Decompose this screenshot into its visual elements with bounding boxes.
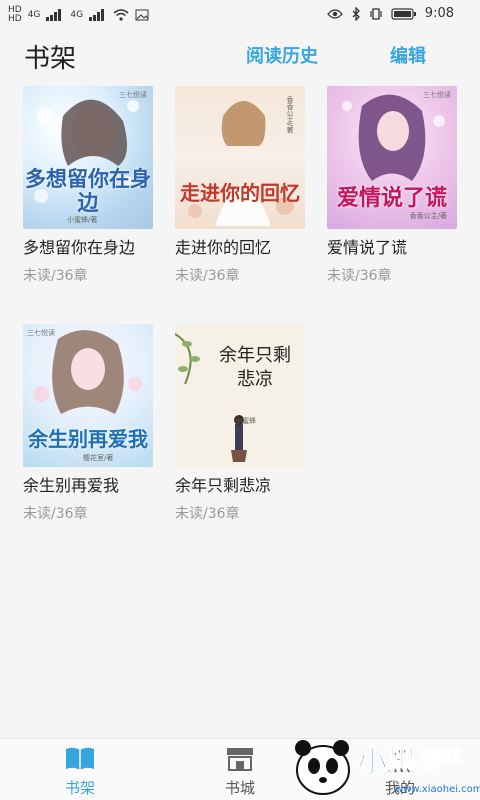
- book-title: 走进你的回忆: [175, 238, 272, 257]
- book-progress: 未读/36章: [23, 268, 88, 284]
- sim-indicators: HD HD: [8, 6, 22, 24]
- status-left: HD HD 4G 4G: [8, 6, 149, 24]
- status-right: 9:08: [326, 6, 454, 21]
- book-cover[interactable]: 三七悦读 余生别再爱我 樱花室/著: [23, 324, 153, 467]
- network2-label: 4G: [70, 9, 84, 20]
- cover-author: 小蜜蜂/著: [67, 216, 98, 224]
- cover-author: 香香公主/著: [409, 212, 447, 220]
- sim2-label: HD: [8, 14, 22, 24]
- book-cover[interactable]: 香香公主/著 走进你的回忆: [175, 86, 305, 229]
- status-bar: HD HD 4G 4G 9:08: [0, 0, 480, 30]
- network1-label: 4G: [27, 9, 41, 20]
- vibrate-icon: [370, 7, 382, 20]
- cover-title: 多想留你在身边: [25, 167, 151, 215]
- bottom-tab-bar: 书架 书城 我的: [0, 738, 480, 800]
- cover-publisher-tag: 三七悦读: [27, 329, 55, 337]
- book-progress: 未读/36章: [23, 506, 88, 522]
- signal1-icon: [46, 9, 64, 21]
- page-title: 书架: [24, 44, 77, 74]
- edit-button[interactable]: 编辑: [390, 42, 426, 68]
- wifi-icon: [113, 9, 129, 21]
- signal2-icon: [89, 9, 107, 21]
- book-title: 余年只剩悲凉: [175, 476, 272, 495]
- cover-author: 樱花室/著: [83, 454, 114, 462]
- store-icon: [227, 748, 253, 771]
- cover-publisher-tag: 三七悦读: [423, 91, 451, 99]
- book-item[interactable]: 三七悦读 多想留你在身边 小蜜蜂/著 多想留你在身边 未读/36章: [23, 86, 153, 285]
- photo-notification-icon: [135, 9, 149, 21]
- book-progress: 未读/36章: [327, 268, 392, 284]
- eye-icon: [326, 8, 343, 19]
- tab-profile[interactable]: 我的: [360, 745, 440, 798]
- cover-title: 爱情说了谎: [336, 186, 447, 211]
- tab-label: 书架: [64, 779, 95, 797]
- cover-publisher-tag: 三七悦读: [119, 91, 147, 99]
- book-progress: 未读/36章: [175, 506, 240, 522]
- cover-author: 香香公主/著: [286, 96, 294, 134]
- tab-label: 书城: [224, 779, 255, 797]
- header: 书架 阅读历史 编辑: [0, 30, 480, 80]
- book-item[interactable]: 三七悦读 爱情说了谎 香香公主/著 爱情说了谎 未读/36章: [327, 86, 457, 285]
- tab-label: 我的: [384, 779, 415, 797]
- cover-title: 走进你的回忆: [180, 181, 300, 205]
- book-cover[interactable]: 余年只剩悲凉 小蜜蜂: [175, 324, 305, 467]
- book-cover[interactable]: 三七悦读 多想留你在身边 小蜜蜂/著: [23, 86, 153, 229]
- cover-title: 余生别再爱我: [28, 427, 148, 451]
- cover-author: 小蜜蜂: [235, 417, 256, 425]
- book-progress: 未读/36章: [175, 268, 240, 284]
- book-open-icon: [66, 747, 94, 770]
- book-item[interactable]: 香香公主/著 走进你的回忆 走进你的回忆 未读/36章: [175, 86, 305, 285]
- reading-history-button[interactable]: 阅读历史: [246, 42, 318, 68]
- tab-bookstore[interactable]: 书城: [200, 745, 280, 798]
- cover-title: 余年只剩悲凉: [219, 345, 291, 390]
- profile-icon: [388, 748, 412, 772]
- book-cover[interactable]: 三七悦读 爱情说了谎 香香公主/著: [327, 86, 457, 229]
- battery-icon: [391, 7, 416, 20]
- tab-bookshelf[interactable]: 书架: [40, 745, 120, 798]
- book-item[interactable]: 余年只剩悲凉 小蜜蜂 余年只剩悲凉 未读/36章: [175, 324, 305, 523]
- book-item[interactable]: 三七悦读 余生别再爱我 樱花室/著 余生别再爱我 未读/36章: [23, 324, 153, 523]
- book-title: 余生别再爱我: [23, 476, 120, 495]
- book-title: 多想留你在身边: [23, 238, 136, 257]
- book-title: 爱情说了谎: [327, 238, 408, 257]
- bluetooth-icon: [352, 6, 360, 21]
- clock: 9:08: [424, 6, 454, 21]
